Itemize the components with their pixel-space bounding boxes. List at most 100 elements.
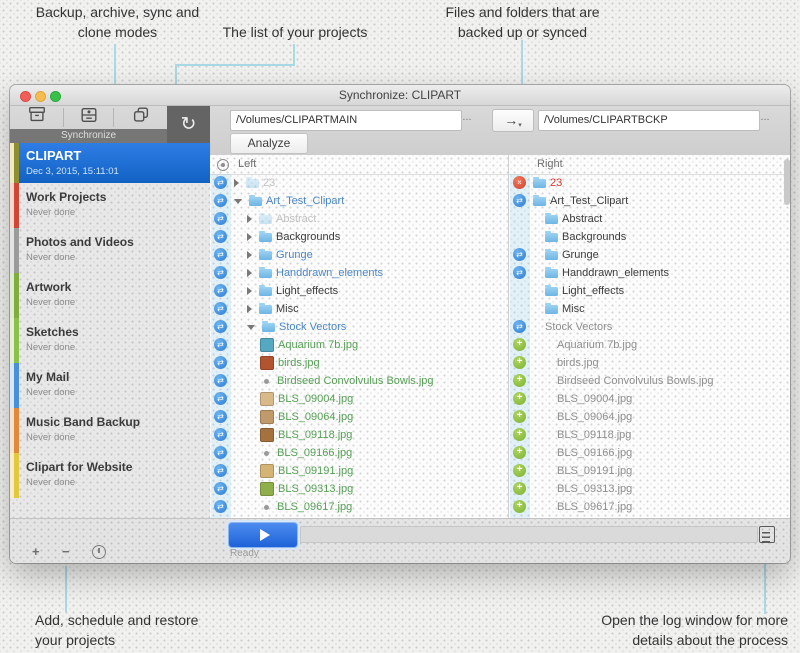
sidebar-project-work-projects[interactable]: Work Projects Never done [10,183,210,228]
left-file-row[interactable]: ⇄ Stock Vectors [210,318,508,336]
right-file-row[interactable]: + BLS_09064.jpg [509,408,790,426]
right-file-row[interactable]: + Birdseed Convolvulus Bowls.jpg [509,372,790,390]
right-file-row[interactable]: ⇄ Stock Vectors [509,318,790,336]
left-file-row[interactable]: ⇄ birds.jpg [210,354,508,372]
sync-status-icon[interactable]: ⇄ [214,320,227,333]
add-status-icon[interactable]: + [513,428,526,441]
error-status-icon[interactable]: × [513,176,526,189]
add-status-icon[interactable]: + [513,356,526,369]
sync-status-icon[interactable]: ⇄ [513,266,526,279]
left-file-row[interactable]: ⇄ Backgrounds [210,228,508,246]
left-file-row[interactable]: ⇄ BLS_09313.jpg [210,480,508,498]
left-file-row[interactable]: ⇄ Abstract [210,210,508,228]
add-status-icon[interactable]: + [513,392,526,405]
scrollbar-thumb[interactable] [784,159,790,205]
backup-mode-button[interactable] [10,106,63,129]
left-path-field[interactable]: /Volumes/CLIPARTMAIN [230,110,462,131]
sync-status-icon[interactable]: ⇄ [214,248,227,261]
sync-status-icon[interactable]: ⇄ [214,230,227,243]
sync-status-icon[interactable]: ⇄ [214,302,227,315]
sync-status-icon[interactable]: ⇄ [513,194,526,207]
left-file-row[interactable]: ⇄ BLS_09004.jpg [210,390,508,408]
left-file-row[interactable]: ⇄ Birdseed Convolvulus Bowls.jpg [210,372,508,390]
disclosure-triangle[interactable] [247,305,252,313]
sync-status-icon[interactable]: ⇄ [214,464,227,477]
remove-project-button[interactable]: − [62,544,70,559]
sync-status-icon[interactable]: ⇄ [214,482,227,495]
right-file-row[interactable]: + birds.jpg [509,354,790,372]
right-file-row[interactable]: ⇄ Art_Test_Clipart [509,192,790,210]
right-file-row[interactable]: + BLS_09004.jpg [509,390,790,408]
synchronize-mode-button[interactable]: ↻ [167,106,210,143]
left-file-row[interactable]: ⇄ BLS_09191.jpg [210,462,508,480]
sidebar-project-photos-and-videos[interactable]: Photos and Videos Never done [10,228,210,273]
disclosure-triangle[interactable] [247,233,252,241]
sync-status-icon[interactable]: ⇄ [214,338,227,351]
log-window-icon[interactable] [759,526,775,543]
left-browse-button[interactable]: ... [458,112,476,127]
add-status-icon[interactable]: + [513,410,526,423]
sync-status-icon[interactable]: ⇄ [214,176,227,189]
right-file-row[interactable]: × 23 [509,174,790,192]
sidebar-project-my-mail[interactable]: My Mail Never done [10,363,210,408]
right-file-row[interactable]: Light_effects [509,282,790,300]
right-file-row[interactable]: Misc [509,300,790,318]
add-status-icon[interactable]: + [513,464,526,477]
right-file-row[interactable]: Backgrounds [509,228,790,246]
right-browse-button[interactable]: ... [756,112,774,127]
sync-status-icon[interactable]: ⇄ [214,374,227,387]
left-file-row[interactable]: ⇄ Handdrawn_elements [210,264,508,282]
disclosure-triangle[interactable] [234,198,242,204]
add-status-icon[interactable]: + [513,374,526,387]
left-file-row[interactable]: ⇄ Light_effects [210,282,508,300]
left-file-row[interactable]: ⇄ BLS_09617.jpg [210,498,508,516]
sync-status-icon[interactable]: ⇄ [214,356,227,369]
sync-status-icon[interactable]: ⇄ [214,266,227,279]
left-file-row[interactable]: ⇄ Grunge [210,246,508,264]
add-status-icon[interactable]: + [513,500,526,513]
add-status-icon[interactable]: + [513,338,526,351]
right-file-row[interactable]: ⇄ Handdrawn_elements [509,264,790,282]
sync-status-icon[interactable]: ⇄ [214,392,227,405]
sidebar-project-clipart-for-website[interactable]: Clipart for Website Never done [10,453,210,498]
disclosure-triangle[interactable] [247,324,255,330]
run-sync-button[interactable] [228,522,298,548]
disclosure-triangle[interactable] [247,251,252,259]
disclosure-triangle[interactable] [234,179,239,187]
sync-status-icon[interactable]: ⇄ [214,194,227,207]
left-file-row[interactable]: ⇄ Aquarium 7b.jpg [210,336,508,354]
sync-status-icon[interactable]: ⇄ [513,320,526,333]
right-file-row[interactable]: + Aquarium 7b.jpg [509,336,790,354]
sync-status-icon[interactable]: ⇄ [214,212,227,225]
sync-status-icon[interactable]: ⇄ [513,248,526,261]
clone-mode-button[interactable] [114,106,167,129]
schedule-clock-icon[interactable] [92,545,106,559]
right-file-row[interactable]: Abstract [509,210,790,228]
archive-mode-button[interactable] [64,106,113,129]
sync-status-icon[interactable]: ⇄ [214,446,227,459]
left-file-row[interactable]: ⇄ Art_Test_Clipart [210,192,508,210]
left-file-row[interactable]: ⇄ Misc [210,300,508,318]
disclosure-triangle[interactable] [247,215,252,223]
add-status-icon[interactable]: + [513,446,526,459]
right-file-row[interactable]: + BLS_09118.jpg [509,426,790,444]
sync-status-icon[interactable]: ⇄ [214,428,227,441]
right-file-row[interactable]: + BLS_09166.jpg [509,444,790,462]
gear-icon[interactable] [217,159,229,171]
sidebar-project-sketches[interactable]: Sketches Never done [10,318,210,363]
right-file-row[interactable]: ⇄ Grunge [509,246,790,264]
add-project-button[interactable]: + [32,544,40,559]
right-file-row[interactable]: + BLS_09617.jpg [509,498,790,516]
disclosure-triangle[interactable] [247,287,252,295]
sidebar-project-artwork[interactable]: Artwork Never done [10,273,210,318]
left-file-row[interactable]: ⇄ BLS_09118.jpg [210,426,508,444]
right-file-row[interactable]: + BLS_09313.jpg [509,480,790,498]
left-file-row[interactable]: ⇄ BLS_09064.jpg [210,408,508,426]
sync-direction-button[interactable]: →▾ [492,109,534,132]
add-status-icon[interactable]: + [513,482,526,495]
sidebar-project-music-band-backup[interactable]: Music Band Backup Never done [10,408,210,453]
sync-status-icon[interactable]: ⇄ [214,284,227,297]
right-path-field[interactable]: /Volumes/CLIPARTBCKP [538,110,760,131]
title-bar[interactable]: Synchronize: CLIPART [10,85,790,106]
sidebar-project-clipart[interactable]: CLIPART Dec 3, 2015, 15:11:01 [10,143,210,183]
